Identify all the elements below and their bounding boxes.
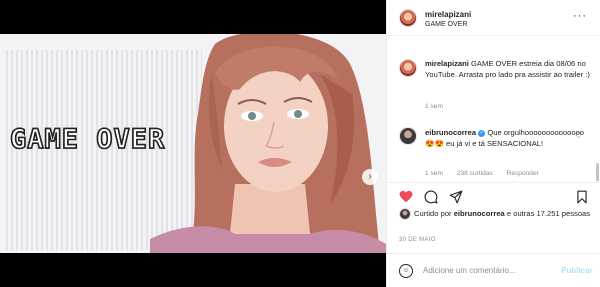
comments-scrollbar[interactable] [596, 163, 599, 181]
caption: mirelapizani GAME OVER estreia dia 08/06… [425, 58, 590, 80]
author-subtitle: GAME OVER [425, 21, 468, 28]
instagram-post: GAME OVER › mirelapizani GAME OVER ··· m… [0, 0, 600, 287]
likes-suffix[interactable]: e outras 17.251 pessoas [507, 209, 590, 218]
likes-summary: Curtido por eibrunocorrea e outras 17.25… [399, 208, 590, 220]
comment-time: 1 sem [425, 170, 443, 177]
verified-badge-icon: ✓ [478, 129, 486, 137]
post-media[interactable]: GAME OVER › [0, 0, 386, 287]
save-bookmark-icon[interactable] [575, 190, 589, 204]
more-options-icon[interactable]: ··· [573, 10, 587, 22]
comment-input[interactable]: Adicione um comentário... [423, 266, 516, 275]
comment-like-icon[interactable]: ♡ [575, 131, 582, 140]
caption-time: 1 sem [425, 103, 443, 110]
author-avatar[interactable] [399, 9, 417, 27]
reply-button[interactable]: Responder [507, 170, 539, 177]
letterbox-bottom [0, 253, 386, 287]
letterbox-top [0, 0, 386, 34]
publish-button[interactable]: Publicar [561, 266, 593, 275]
comment-username[interactable]: eibrunocorrea [425, 128, 476, 137]
post-sidebar: mirelapizani GAME OVER ··· mirelapizani … [386, 0, 600, 287]
comments-section: mirelapizani GAME OVER estreia dia 08/06… [387, 37, 600, 181]
game-over-overlay-text: GAME OVER [9, 123, 166, 156]
add-comment-bar: ☺ Adicione um comentário... Publicar [387, 253, 600, 287]
like-heart-icon[interactable] [399, 190, 413, 204]
action-bar [387, 182, 600, 208]
caption-username[interactable]: mirelapizani [425, 59, 469, 68]
liker-avatar[interactable] [399, 208, 411, 220]
likes-prefix: Curtido por [414, 209, 452, 218]
commenter-avatar[interactable] [399, 127, 417, 145]
comment-likes[interactable]: 238 curtidas [457, 170, 493, 177]
post-date[interactable]: 30 DE MAIO [399, 237, 436, 243]
next-slide-button[interactable]: › [362, 169, 378, 185]
likes-user[interactable]: eibrunocorrea [454, 209, 505, 218]
comment-item: eibrunocorrea ✓ Que orgulhoooooooooooooo… [425, 127, 590, 149]
comment-icon[interactable] [424, 190, 438, 204]
post-header: mirelapizani GAME OVER ··· [387, 0, 600, 36]
comment-meta: 1 sem 238 curtidas Responder [425, 170, 551, 177]
post-photo[interactable]: GAME OVER › [0, 34, 386, 253]
emoji-icon[interactable]: ☺ [399, 264, 413, 278]
caption-avatar[interactable] [399, 59, 417, 77]
share-icon[interactable] [449, 190, 463, 204]
author-username[interactable]: mirelapizani [425, 10, 471, 19]
